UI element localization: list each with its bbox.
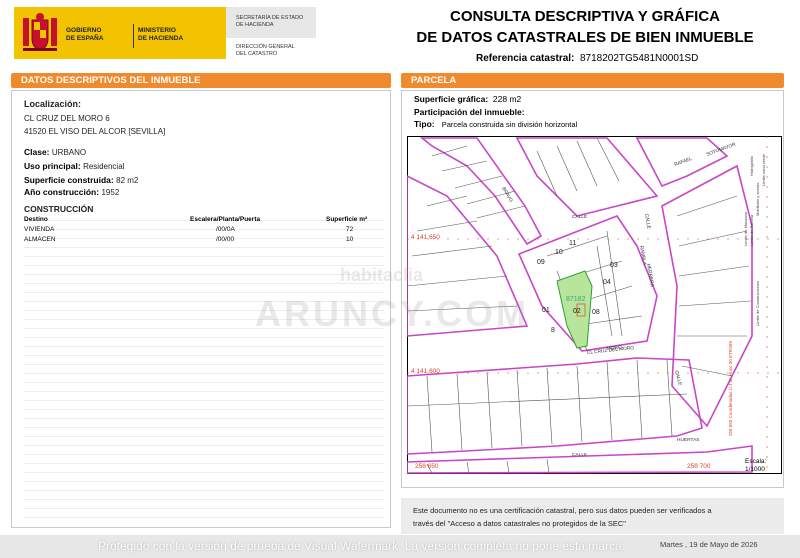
plot-number: 04	[603, 279, 611, 286]
table-cell: ALMACEN	[24, 236, 56, 243]
cadastral-reference: Referencia catastral: 8718202TG5481N0001…	[476, 53, 699, 64]
address-line1: CL CRUZ DEL MORO 6	[24, 114, 110, 123]
plot-number: 09	[537, 259, 545, 266]
watermark-banner-text: Protegido con la versión de prueba de Vi…	[98, 539, 625, 553]
plot-number: 08	[592, 309, 600, 316]
parcel-ref-label: 87182	[566, 296, 586, 303]
parcel-participation: Participación del inmueble:	[414, 107, 525, 117]
street-label: CALLE	[572, 452, 587, 458]
plot-number: 02	[573, 308, 581, 315]
plot-number: 11	[569, 240, 576, 247]
logo-divider	[133, 24, 134, 48]
page-title-line2: DE DATOS CATASTRALES DE BIEN INMUEBLE	[416, 29, 754, 46]
gov-label: GOBIERNO DE ESPAÑA	[66, 27, 104, 42]
legend-item: Límite de Construcciones	[755, 281, 760, 326]
page-title-line1: CONSULTA DESCRIPTIVA Y GRÁFICA	[449, 8, 720, 25]
section-header-descriptive: DATOS DESCRIPTIVOS DEL INMUEBLE	[11, 73, 391, 88]
table-cell: /00/00	[216, 236, 235, 243]
location-label: Localización:	[24, 99, 82, 109]
plot-number: 01	[542, 307, 550, 314]
parcel-type: Tipo: Parcela construida sin división ho…	[414, 119, 578, 129]
coord-south-label: 4 141 600	[411, 368, 440, 375]
legend-item: Límite zona verde	[761, 153, 766, 186]
coord-bottom-left-label: 258 650	[415, 463, 439, 470]
legend-item: Mobiliario y aceras	[755, 183, 760, 216]
utm-note: 258 650 Coordenadas U.T.M. Huso 30 ETRS8…	[728, 340, 733, 436]
legend-item: Límite de Manzana	[743, 211, 748, 246]
ministry-label: MINISTERIO DE HACIENDA	[138, 27, 184, 42]
table-header-escalera: Escalera/Planta/Puerta	[190, 216, 261, 223]
table-cell: 10	[346, 236, 354, 243]
address-line2: 41520 EL VISO DEL ALCOR [SEVILLA]	[24, 127, 166, 136]
legend-item: Límite de Parcela	[749, 214, 754, 246]
coord-north-label: 4 141 650	[411, 234, 440, 241]
uso-row: Uso principal: Residencial	[24, 161, 125, 171]
street-label: HUERTAS	[677, 437, 699, 443]
plot-number: 8	[551, 327, 555, 334]
table-cell: 72	[346, 226, 354, 233]
plot-number: 10	[555, 249, 563, 256]
street-label: CALLE	[572, 214, 587, 220]
plot-number: 03	[610, 262, 618, 269]
coord-bottom-right-label: 258 700	[687, 463, 711, 470]
ruled-lines	[24, 212, 384, 522]
map-scale: Escala: 1/1000	[745, 458, 767, 473]
legend-item: Hidrografía	[749, 155, 754, 176]
construction-label: CONSTRUCCIÓN	[24, 204, 94, 214]
ano-row: Año construcción: 1952	[24, 187, 120, 197]
table-cell: /00/0A	[216, 226, 235, 233]
table-header-superficie: Superficie m²	[326, 216, 368, 223]
table-header-destino: Destino	[24, 216, 48, 223]
watermark-brand-top: habitaclia	[340, 265, 424, 285]
clase-row: Clase: URBANO	[24, 147, 87, 157]
disclaimer-notice: Este documento no es una certificación c…	[401, 498, 784, 534]
superficie-row: Superficie construida: 82 m2	[24, 175, 139, 185]
table-cell: VIVIENDA	[24, 226, 55, 233]
watermark-brand: ARUNCY.COM	[255, 293, 530, 334]
parcel-surface: Superficie gráfica: 228 m2	[414, 94, 522, 104]
section-header-parcel: PARCELA	[401, 73, 784, 88]
secretaria-label: SECRETARÍA DE ESTADO DE HACIENDA	[236, 15, 304, 28]
direccion-label: DIRECCIÓN GENERAL DEL CATASTRO	[236, 44, 295, 57]
coat-of-arms-icon	[23, 13, 57, 51]
